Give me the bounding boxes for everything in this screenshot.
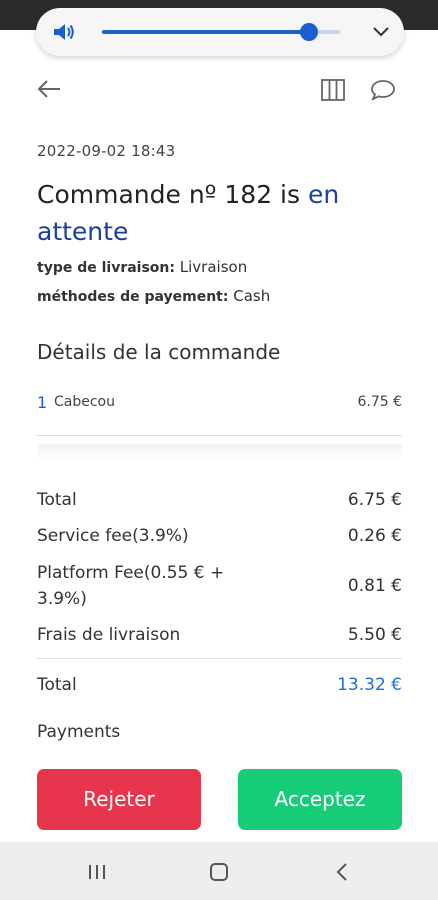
accept-button[interactable]: Acceptez	[238, 769, 402, 830]
service-fee-value: 0.26 €	[347, 526, 402, 546]
list-item: 1 Cabecou 6.75 €	[37, 393, 402, 417]
section-separator	[37, 444, 402, 460]
chevron-down-icon[interactable]	[372, 24, 390, 38]
subtotal-label: Total	[37, 490, 77, 510]
chat-bubble-icon[interactable]	[370, 78, 396, 102]
item-price: 6.75 €	[357, 394, 402, 410]
grand-total-value: 13.32 €	[337, 675, 402, 695]
delivery-fee-value: 5.50 €	[347, 625, 402, 645]
columns-icon[interactable]	[320, 78, 346, 102]
platform-fee-value: 0.81 €	[347, 576, 402, 596]
order-title: Commande nº 182 is en attente	[37, 176, 407, 250]
grand-total-label: Total	[37, 675, 77, 695]
item-name: Cabecou	[54, 394, 115, 410]
order-date: 2022-09-02 18:43	[37, 142, 176, 160]
divider	[37, 658, 402, 659]
platform-fee-label: Platform Fee(0.55 € + 3.9%)	[37, 563, 225, 609]
delivery-type: type de livraison: Livraison	[37, 258, 247, 276]
speaker-icon[interactable]	[52, 21, 76, 43]
delivery-type-value: Livraison	[175, 258, 248, 276]
item-quantity: 1	[37, 393, 48, 412]
payment-method: méthodes de payement: Cash	[37, 287, 270, 305]
volume-slider-thumb[interactable]	[300, 23, 319, 41]
payment-method-label: méthodes de payement:	[37, 289, 229, 305]
divider	[37, 435, 402, 436]
order-details-title: Détails de la commande	[37, 340, 281, 364]
payments-label: Payments	[37, 722, 121, 742]
service-fee-label: Service fee(3.9%)	[37, 526, 189, 546]
reject-button[interactable]: Rejeter	[37, 769, 201, 830]
payment-method-value: Cash	[228, 287, 271, 305]
delivery-type-label: type de livraison:	[37, 260, 175, 276]
home-icon[interactable]	[208, 861, 230, 883]
navigation-bar	[0, 842, 438, 900]
volume-panel	[36, 8, 404, 56]
nav-back-icon[interactable]	[332, 861, 354, 883]
order-title-prefix: Commande nº 182 is	[37, 180, 308, 209]
volume-slider-fill	[102, 30, 310, 34]
arrow-left-icon[interactable]	[36, 78, 62, 100]
volume-slider[interactable]	[102, 23, 340, 41]
subtotal-value: 6.75 €	[347, 490, 402, 510]
recents-icon[interactable]	[86, 861, 108, 883]
delivery-fee-label: Frais de livraison	[37, 625, 181, 645]
